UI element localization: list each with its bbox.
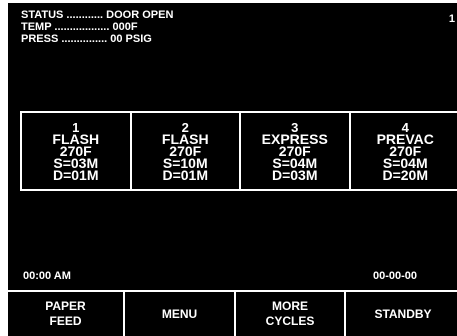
paper-feed-button[interactable]: PAPER FEED <box>8 292 125 336</box>
standby-button[interactable]: STANDBY <box>346 292 457 336</box>
cycle-dry-time: D=03M <box>271 166 318 183</box>
menu-button[interactable]: MENU <box>125 292 236 336</box>
softkey-label-line2: FEED <box>49 314 82 328</box>
cycle-dry-time: D=01M <box>162 166 209 183</box>
softkey-label-line1: MENU <box>161 306 198 321</box>
status-temp-line: TEMP .................. 000F <box>21 21 138 33</box>
clock-time: 00:00 AM <box>23 270 71 282</box>
more-cycles-button[interactable]: MORE CYCLES <box>236 292 346 336</box>
cycle-button-3[interactable]: 3 EXPRESS 270F S=04M D=03M <box>241 113 351 189</box>
cycle-button-4[interactable]: 4 PREVAC 270F S=04M D=20M <box>351 113 457 189</box>
softkey-label-line1: PAPER <box>45 299 86 313</box>
cycle-selection-row: 1 FLASH 270F S=03M D=01M 2 FLASH 270F S=… <box>20 111 457 191</box>
sterilizer-display: STATUS ............ DOOR OPEN TEMP .....… <box>8 3 457 336</box>
softkey-label-line1: MORE <box>272 299 308 313</box>
cycle-dry-time: D=20M <box>382 166 429 183</box>
cycle-dry-time: D=01M <box>52 166 99 183</box>
cycle-button-1[interactable]: 1 FLASH 270F S=03M D=01M <box>22 113 132 189</box>
clock-date: 00-00-00 <box>373 270 418 282</box>
status-block: STATUS ............ DOOR OPEN TEMP .....… <box>21 9 173 45</box>
screen-number: 1 <box>448 13 455 25</box>
softkey-bar: PAPER FEED MENU MORE CYCLES STANDBY <box>8 290 457 336</box>
cycle-button-2[interactable]: 2 FLASH 270F S=10M D=01M <box>132 113 241 189</box>
status-pressure-line: PRESS ............... 00 PSIG <box>21 33 152 45</box>
softkey-label-line1: STANDBY <box>374 306 432 321</box>
status-door-line: STATUS ............ DOOR OPEN <box>21 9 174 21</box>
softkey-label-line2: CYCLES <box>265 314 315 328</box>
